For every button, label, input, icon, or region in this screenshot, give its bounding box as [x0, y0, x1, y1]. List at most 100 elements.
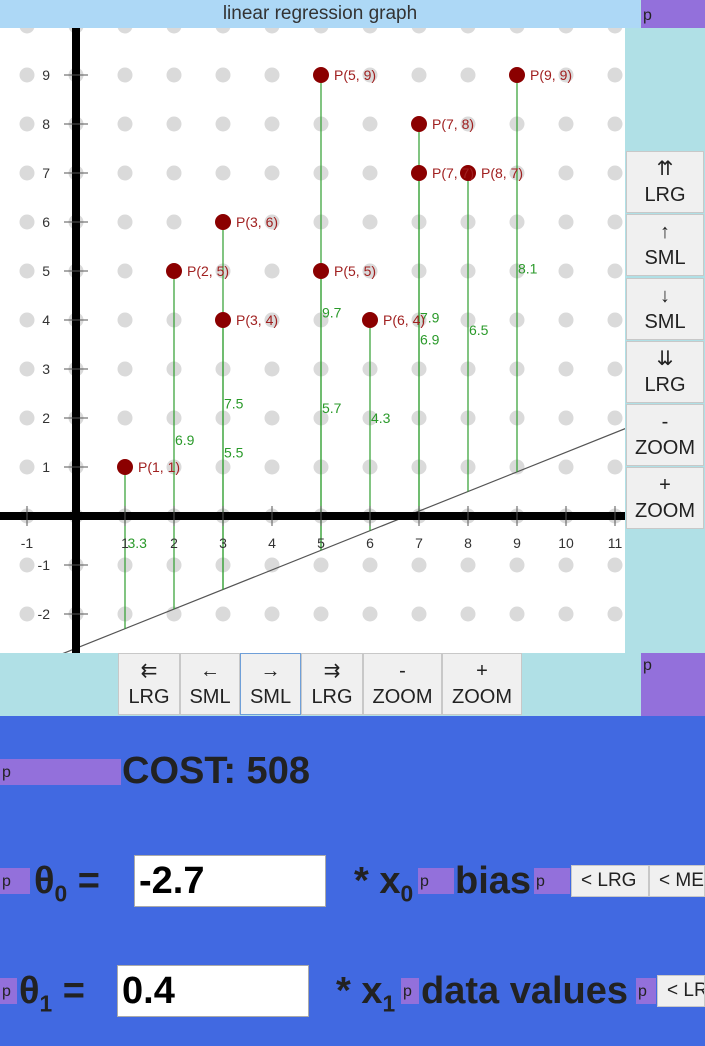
- pan-right-large-button[interactable]: ⇉ LRG: [301, 653, 363, 715]
- data-point: [411, 165, 427, 181]
- grid-dot: [411, 67, 427, 83]
- error-label: 8.1: [518, 261, 538, 277]
- x-tick-label: 11: [608, 535, 623, 551]
- x-tick-label: 7: [415, 535, 423, 551]
- p-tag-theta1: p: [0, 978, 17, 1004]
- grid-dot: [313, 606, 329, 622]
- p-tag-data: p: [401, 978, 419, 1004]
- zoom-in-button-bottom[interactable]: + ZOOM: [442, 653, 522, 715]
- zoom-out-button-bottom[interactable]: - ZOOM: [363, 653, 442, 715]
- y-tick-label: 5: [42, 263, 50, 279]
- grid-dot: [558, 312, 574, 328]
- grid-dot: [607, 214, 623, 230]
- grid-dot: [264, 28, 280, 34]
- pan-left-large-button[interactable]: ⇇ LRG: [118, 653, 180, 715]
- grid-dot: [215, 165, 231, 181]
- p-tag-cost: p: [0, 759, 121, 785]
- p-tag-data-end: p: [636, 978, 656, 1004]
- x-tick-label: 4: [268, 535, 276, 551]
- theta1-times-x1: * x1: [336, 970, 396, 1017]
- grid-dot: [117, 116, 133, 132]
- grid-dot: [313, 28, 329, 34]
- grid-dot: [19, 410, 35, 426]
- grid-dot: [607, 606, 623, 622]
- y-tick-label: 4: [42, 312, 50, 328]
- grid-dot: [166, 116, 182, 132]
- point-label: P(1, 1): [138, 459, 180, 475]
- zoom-out-button[interactable]: - ZOOM: [626, 404, 704, 466]
- grid-dot: [19, 165, 35, 181]
- grid-dot: [117, 28, 133, 34]
- pan-left-small-button[interactable]: ← SML: [180, 653, 240, 715]
- y-tick-label: 7: [42, 165, 50, 181]
- p-tag-top: p: [641, 0, 705, 28]
- x-tick-label: 3: [219, 535, 227, 551]
- cost-display: COST: 508: [122, 750, 310, 792]
- grid-dot: [264, 606, 280, 622]
- grid-dot: [362, 606, 378, 622]
- graph-canvas[interactable]: -1 1 2 3 4 5 6 7 8 9 10 11 9 8 7 6 5 4 3 2 1 -1 -2 3.3 6.9 7.5 5.5…: [0, 28, 625, 653]
- grid-dot: [411, 606, 427, 622]
- y-tick-label: 9: [42, 67, 50, 83]
- point-label: P(8, 7): [481, 165, 523, 181]
- point-label: P(6, 4): [383, 312, 425, 328]
- grid-dot: [117, 312, 133, 328]
- data-point: [215, 312, 231, 328]
- p-tag-bias-end: p: [534, 868, 570, 894]
- y-tick-label: -2: [38, 606, 51, 622]
- data-point: [313, 263, 329, 279]
- pan-down-small-button[interactable]: ↓ SML: [626, 278, 704, 340]
- grid-dot: [264, 67, 280, 83]
- y-tick-label: -1: [38, 557, 51, 573]
- x-tick-label: -1: [21, 535, 34, 551]
- regression-line: [62, 428, 625, 653]
- point-label: P(5, 9): [334, 67, 376, 83]
- grid-dot: [411, 557, 427, 573]
- theta1-input[interactable]: [117, 965, 309, 1017]
- grid-dot: [460, 28, 476, 34]
- theta0-input[interactable]: [134, 855, 326, 907]
- grid-dot: [362, 165, 378, 181]
- grid-dot: [558, 28, 574, 34]
- grid-dot: [558, 165, 574, 181]
- grid-dot: [607, 263, 623, 279]
- p-tag-mid: p: [641, 653, 705, 716]
- bias-label: bias: [455, 860, 532, 902]
- x-tick-label: 2: [170, 535, 178, 551]
- grid-dot: [558, 606, 574, 622]
- grid-dot: [19, 116, 35, 132]
- grid-dot: [117, 263, 133, 279]
- pan-up-small-button[interactable]: ↑ SML: [626, 214, 704, 276]
- theta0-decrease-large-button[interactable]: < LRG: [571, 865, 649, 897]
- x-tick-label: 5: [317, 535, 325, 551]
- theta0-decrease-medium-button[interactable]: < ME: [649, 865, 705, 897]
- error-label: 6.9: [175, 432, 195, 448]
- point-label: P(5, 5): [334, 263, 376, 279]
- theta0-label: θ0 =: [34, 860, 100, 907]
- grid-dot: [19, 557, 35, 573]
- theta0-times-x0: * x0: [354, 860, 414, 907]
- grid-dot: [117, 410, 133, 426]
- error-label: 9.7: [322, 305, 342, 321]
- x-tick-label: 8: [464, 535, 472, 551]
- grid-dot: [215, 28, 231, 34]
- data-point: [166, 263, 182, 279]
- point-label: P(3, 4): [236, 312, 278, 328]
- grid-dot: [460, 67, 476, 83]
- pan-down-large-button[interactable]: ⇊ LRG: [626, 341, 704, 403]
- graph-title: linear regression graph: [0, 0, 640, 28]
- data-point: [117, 459, 133, 475]
- y-tick-label: 1: [42, 459, 50, 475]
- grid-dot: [607, 459, 623, 475]
- grid-dot: [19, 459, 35, 475]
- grid-dot: [313, 557, 329, 573]
- grid-dot: [19, 214, 35, 230]
- pan-right-small-button[interactable]: → SML: [240, 653, 301, 715]
- error-label: 6.9: [420, 332, 440, 348]
- x-tick-label: 9: [513, 535, 521, 551]
- pan-up-large-button[interactable]: ⇈ LRG: [626, 151, 704, 213]
- theta1-decrease-large-button[interactable]: < LR: [657, 975, 705, 1007]
- zoom-in-button[interactable]: + ZOOM: [626, 467, 704, 529]
- point-label: P(2, 5): [187, 263, 229, 279]
- grid-dot: [19, 312, 35, 328]
